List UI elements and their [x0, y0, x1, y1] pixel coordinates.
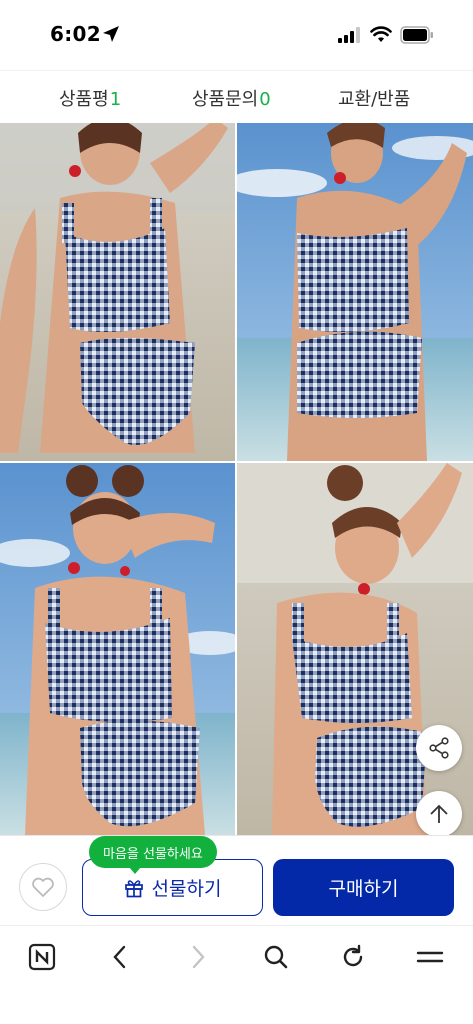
scroll-top-button[interactable] — [416, 791, 462, 837]
gift-button-label: 선물하기 — [151, 878, 222, 900]
tooltip-tail — [129, 867, 141, 874]
buy-button-label: 구매하기 — [328, 878, 399, 900]
share-icon — [429, 737, 449, 759]
gift-tooltip-text: 마음을 선물하세요 — [103, 846, 203, 862]
tab-exchange-return[interactable]: 교환/반품 — [338, 85, 410, 111]
status-bar: 6:02 — [0, 0, 473, 70]
naver-n-icon — [28, 943, 56, 971]
back-button[interactable] — [103, 940, 137, 974]
naver-home-button[interactable] — [25, 940, 59, 974]
gift-icon — [124, 879, 143, 897]
arrow-up-icon — [430, 804, 448, 823]
heart-icon — [32, 877, 54, 897]
product-photo-back[interactable] — [237, 123, 473, 461]
product-photo-front-closeup[interactable] — [0, 463, 235, 835]
product-photo-grid — [0, 123, 473, 835]
forward-icon — [192, 945, 205, 969]
location-arrow-icon — [103, 26, 119, 42]
search-icon — [264, 945, 288, 969]
refresh-button[interactable] — [336, 940, 370, 974]
tab-qna-label: 상품문의 — [192, 89, 259, 110]
back-icon — [113, 945, 126, 969]
product-photo-pose[interactable] — [237, 463, 473, 835]
tab-reviews-count: 1 — [109, 89, 122, 110]
tab-qna[interactable]: 상품문의0 — [192, 85, 271, 111]
gift-tooltip: 마음을 선물하세요 — [89, 836, 217, 874]
wishlist-button[interactable] — [19, 863, 67, 911]
forward-button[interactable] — [181, 940, 215, 974]
tab-reviews-label: 상품평 — [59, 89, 109, 110]
wifi-icon — [370, 26, 392, 42]
share-button[interactable] — [416, 725, 462, 771]
tab-qna-count: 0 — [259, 89, 271, 110]
browser-nav-bar — [0, 925, 473, 1024]
battery-icon — [400, 26, 433, 44]
cellular-signal-icon — [338, 27, 360, 43]
status-time: 6:02 — [50, 22, 101, 46]
buy-button[interactable]: 구매하기 — [273, 859, 454, 916]
search-button[interactable] — [259, 940, 293, 974]
menu-button[interactable] — [413, 940, 447, 974]
tab-exchange-label: 교환/반품 — [338, 89, 411, 110]
product-tabs: 상품평1 상품문의0 교환/반품 — [0, 70, 473, 123]
tab-reviews[interactable]: 상품평1 — [59, 85, 121, 111]
refresh-icon — [343, 944, 363, 967]
product-photo-front[interactable] — [0, 123, 235, 461]
menu-icon — [416, 951, 444, 963]
purchase-bar: 선물하기 구매하기 — [0, 835, 473, 925]
